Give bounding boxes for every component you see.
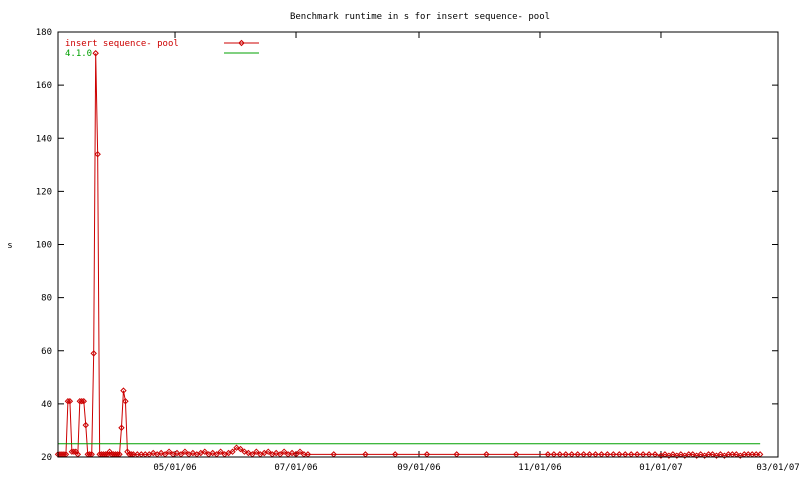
x-tick-label: 11/01/06 xyxy=(518,463,561,473)
y-tick-label: 60 xyxy=(41,347,52,357)
x-tick-label: 05/01/06 xyxy=(153,463,196,473)
x-tick-label: 03/01/07 xyxy=(756,463,799,473)
y-tick-label: 180 xyxy=(36,28,52,38)
chart-title: Benchmark runtime in s for insert sequen… xyxy=(290,12,550,22)
y-tick-label: 160 xyxy=(36,81,52,91)
y-tick-label: 100 xyxy=(36,241,52,251)
y-axis-label: s xyxy=(7,241,12,251)
x-tick-label: 07/01/06 xyxy=(274,463,317,473)
y-tick-label: 80 xyxy=(41,294,52,304)
y-tick-label: 40 xyxy=(41,400,52,410)
legend-label: insert sequence- pool xyxy=(65,39,179,49)
y-tick-label: 140 xyxy=(36,134,52,144)
y-tick-label: 120 xyxy=(36,187,52,197)
y-tick-label: 20 xyxy=(41,453,52,463)
x-tick-label: 01/01/07 xyxy=(639,463,682,473)
legend-label: 4.1.0 xyxy=(65,49,92,59)
x-tick-label: 09/01/06 xyxy=(397,463,440,473)
chart-background xyxy=(0,0,800,480)
benchmark-chart: Benchmark runtime in s for insert sequen… xyxy=(0,0,800,480)
